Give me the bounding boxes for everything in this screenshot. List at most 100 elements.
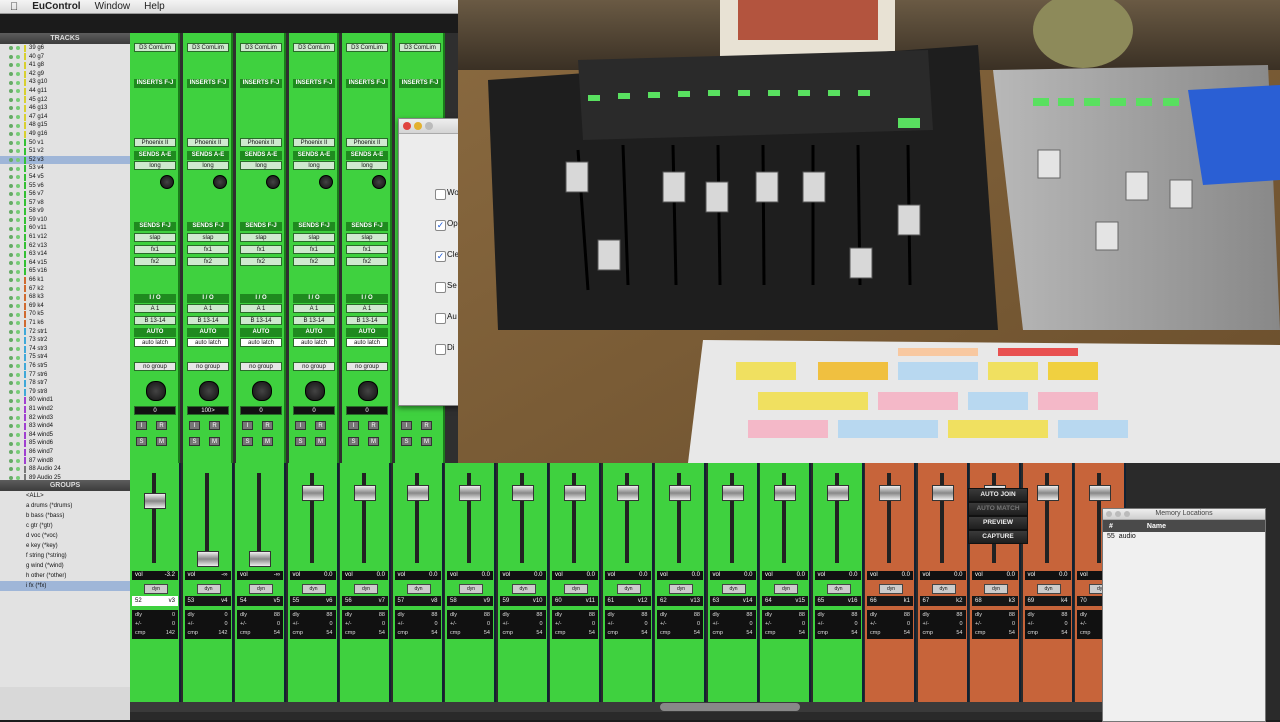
record-dot-icon[interactable] <box>9 89 13 94</box>
volume-fader[interactable] <box>1089 485 1111 501</box>
channel-name[interactable]: 63 v14 <box>709 596 756 606</box>
insert-slot[interactable]: D3 ComLim <box>187 43 229 52</box>
zoom-icon[interactable] <box>425 122 433 130</box>
send-slot[interactable]: long <box>187 161 229 170</box>
volume-fader[interactable] <box>301 485 324 501</box>
record-dot-icon[interactable] <box>9 46 13 51</box>
track-row[interactable]: 78 str7 <box>0 379 130 388</box>
pan-knob[interactable] <box>305 381 325 401</box>
mute-button[interactable]: M <box>156 437 167 446</box>
send-slot[interactable]: fx1 <box>187 245 229 254</box>
record-button[interactable]: R <box>421 421 432 430</box>
channel-name[interactable]: 60 v11 <box>552 596 598 606</box>
track-row[interactable]: 80 wind1 <box>0 396 130 405</box>
record-dot-icon[interactable] <box>9 183 13 188</box>
dyn-button[interactable]: dyn <box>984 584 1008 594</box>
channel-name[interactable]: 68 k3 <box>972 596 1018 606</box>
scroll-thumb[interactable] <box>660 703 800 711</box>
dyn-button[interactable]: dyn <box>931 584 956 594</box>
record-dot-icon[interactable] <box>9 115 13 120</box>
send-slot[interactable]: fx2 <box>187 257 229 266</box>
volume-fader[interactable] <box>1036 485 1059 501</box>
col-num[interactable]: # <box>1109 523 1113 530</box>
track-row[interactable]: 67 k2 <box>0 285 130 294</box>
send-slot[interactable]: fx1 <box>293 245 335 254</box>
solo-button[interactable]: S <box>189 437 200 446</box>
solo-button[interactable]: S <box>401 437 412 446</box>
send-slot[interactable]: fx1 <box>240 245 282 254</box>
record-dot-icon[interactable] <box>9 261 13 266</box>
insert-slot[interactable]: D3 ComLim <box>399 43 441 52</box>
record-dot-icon[interactable] <box>9 304 13 309</box>
mute-button[interactable]: M <box>209 437 220 446</box>
volume-fader[interactable] <box>669 485 691 501</box>
record-dot-icon[interactable] <box>9 72 13 77</box>
send-slot[interactable]: long <box>293 161 335 170</box>
record-button[interactable]: R <box>368 421 379 430</box>
output-selector[interactable]: B 13-14 <box>134 316 176 325</box>
send-slot[interactable]: long <box>346 161 388 170</box>
send-slot[interactable]: long <box>240 161 282 170</box>
dyn-button[interactable]: dyn <box>826 584 851 594</box>
dialog-checkbox[interactable]: ✓ <box>435 220 446 231</box>
channel-name[interactable]: 64 v15 <box>762 596 808 606</box>
show-dot-icon[interactable] <box>16 269 20 274</box>
group-row[interactable]: f string (*string) <box>0 551 130 561</box>
volume-fader[interactable] <box>721 485 744 501</box>
preview-button[interactable]: PREVIEW <box>968 516 1028 530</box>
show-dot-icon[interactable] <box>16 433 20 438</box>
show-dot-icon[interactable] <box>16 398 20 403</box>
send-slot[interactable]: fx2 <box>240 257 282 266</box>
track-row[interactable]: 71 k6 <box>0 319 130 328</box>
track-row[interactable]: 69 k4 <box>0 302 130 311</box>
send-slot[interactable]: slap <box>293 233 335 242</box>
send-slot[interactable]: fx2 <box>293 257 335 266</box>
track-row[interactable]: 56 v7 <box>0 190 130 199</box>
show-dot-icon[interactable] <box>16 175 20 180</box>
channel-name[interactable]: 52 v3 <box>132 596 178 606</box>
track-row[interactable]: 73 str2 <box>0 336 130 345</box>
track-row[interactable]: 52 v3 <box>0 155 130 165</box>
dyn-button[interactable]: dyn <box>511 584 536 594</box>
record-dot-icon[interactable] <box>9 132 13 137</box>
record-dot-icon[interactable] <box>9 467 13 472</box>
channel-name[interactable]: 57 v8 <box>394 596 441 606</box>
minimize-icon[interactable] <box>414 122 422 130</box>
track-row[interactable]: 61 v12 <box>0 233 130 242</box>
record-dot-icon[interactable] <box>9 347 13 352</box>
track-row[interactable]: 51 v2 <box>0 147 130 156</box>
record-dot-icon[interactable] <box>9 441 13 446</box>
channel-name[interactable]: 54 v5 <box>237 596 283 606</box>
record-dot-icon[interactable] <box>9 372 13 377</box>
insert-slot[interactable]: Phoenix II <box>134 138 176 147</box>
input-button[interactable]: I <box>242 421 253 430</box>
show-dot-icon[interactable] <box>16 200 20 205</box>
close-icon[interactable] <box>1106 511 1112 517</box>
show-dot-icon[interactable] <box>16 158 20 163</box>
insert-slot[interactable]: Phoenix II <box>346 138 388 147</box>
menu-window[interactable]: Window <box>95 1 131 12</box>
auto-join-button[interactable]: AUTO JOIN <box>968 488 1028 502</box>
volume-fader[interactable] <box>931 485 954 501</box>
mute-button[interactable]: M <box>262 437 273 446</box>
channel-name[interactable]: 58 v9 <box>447 596 493 606</box>
auto-match-button[interactable]: AUTO MATCH <box>968 502 1028 516</box>
record-dot-icon[interactable] <box>9 398 13 403</box>
group-selector[interactable]: no group <box>346 362 388 371</box>
track-row[interactable]: 63 v14 <box>0 250 130 259</box>
show-dot-icon[interactable] <box>16 218 20 223</box>
track-row[interactable]: 54 v5 <box>0 173 130 182</box>
track-row[interactable]: 45 g12 <box>0 96 130 105</box>
show-dot-icon[interactable] <box>16 424 20 429</box>
record-dot-icon[interactable] <box>9 209 13 214</box>
show-dot-icon[interactable] <box>16 192 20 197</box>
dyn-button[interactable]: dyn <box>1036 584 1061 594</box>
volume-fader[interactable] <box>249 551 271 568</box>
horizontal-scrollbar[interactable] <box>130 702 1102 712</box>
insert-slot[interactable]: D3 ComLim <box>293 43 335 52</box>
send-slot[interactable]: fx1 <box>134 245 176 254</box>
solo-button[interactable]: S <box>136 437 147 446</box>
track-row[interactable]: 85 wind6 <box>0 439 130 448</box>
group-selector[interactable]: no group <box>240 362 282 371</box>
volume-fader[interactable] <box>406 485 429 501</box>
